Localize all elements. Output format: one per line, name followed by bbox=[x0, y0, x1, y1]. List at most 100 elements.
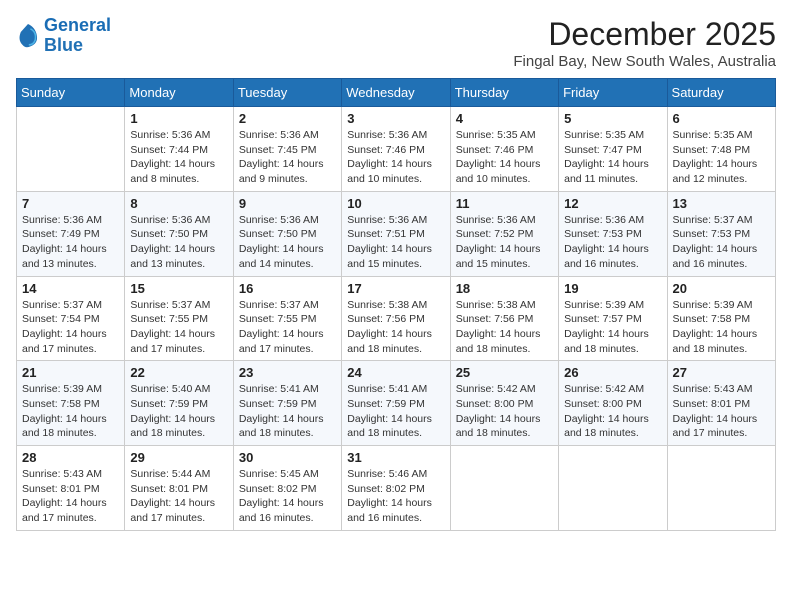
day-number: 22 bbox=[130, 365, 227, 380]
day-number: 30 bbox=[239, 450, 336, 465]
calendar-cell: 2 Sunrise: 5:36 AM Sunset: 7:45 PM Daylig… bbox=[233, 107, 341, 192]
day-info: Sunrise: 5:42 AM Sunset: 8:00 PM Dayligh… bbox=[456, 382, 553, 441]
logo: General Blue bbox=[16, 16, 111, 56]
calendar-cell: 1 Sunrise: 5:36 AM Sunset: 7:44 PM Daylig… bbox=[125, 107, 233, 192]
day-info: Sunrise: 5:41 AM Sunset: 7:59 PM Dayligh… bbox=[239, 382, 336, 441]
day-header-tuesday: Tuesday bbox=[233, 79, 341, 107]
day-header-monday: Monday bbox=[125, 79, 233, 107]
day-info: Sunrise: 5:43 AM Sunset: 8:01 PM Dayligh… bbox=[22, 467, 119, 526]
day-info: Sunrise: 5:38 AM Sunset: 7:56 PM Dayligh… bbox=[347, 298, 444, 357]
day-number: 19 bbox=[564, 281, 661, 296]
day-info: Sunrise: 5:40 AM Sunset: 7:59 PM Dayligh… bbox=[130, 382, 227, 441]
calendar-cell: 12 Sunrise: 5:36 AM Sunset: 7:53 PM Dayli… bbox=[559, 191, 667, 276]
month-title: December 2025 bbox=[513, 16, 776, 53]
day-header-wednesday: Wednesday bbox=[342, 79, 450, 107]
day-number: 6 bbox=[673, 111, 770, 126]
day-info: Sunrise: 5:36 AM Sunset: 7:45 PM Dayligh… bbox=[239, 128, 336, 187]
day-header-thursday: Thursday bbox=[450, 79, 558, 107]
location: Fingal Bay, New South Wales, Australia bbox=[513, 53, 776, 70]
calendar-cell: 20 Sunrise: 5:39 AM Sunset: 7:58 PM Dayli… bbox=[667, 276, 775, 361]
calendar-cell: 29 Sunrise: 5:44 AM Sunset: 8:01 PM Dayli… bbox=[125, 446, 233, 531]
day-info: Sunrise: 5:37 AM Sunset: 7:55 PM Dayligh… bbox=[239, 298, 336, 357]
day-number: 27 bbox=[673, 365, 770, 380]
calendar-cell bbox=[450, 446, 558, 531]
day-number: 29 bbox=[130, 450, 227, 465]
calendar-cell: 25Sunrise: 5:42 AM Sunset: 8:00 PM Dayli… bbox=[450, 361, 558, 446]
day-info: Sunrise: 5:36 AM Sunset: 7:51 PM Dayligh… bbox=[347, 213, 444, 272]
day-number: 17 bbox=[347, 281, 444, 296]
calendar-cell: 23 Sunrise: 5:41 AM Sunset: 7:59 PM Dayli… bbox=[233, 361, 341, 446]
logo-text: General Blue bbox=[44, 16, 111, 56]
calendar-cell: 21 Sunrise: 5:39 AM Sunset: 7:58 PM Dayli… bbox=[17, 361, 125, 446]
day-number: 9 bbox=[239, 196, 336, 211]
day-info: Sunrise: 5:36 AM Sunset: 7:53 PM Dayligh… bbox=[564, 213, 661, 272]
day-number: 23 bbox=[239, 365, 336, 380]
day-info: Sunrise: 5:36 AM Sunset: 7:50 PM Dayligh… bbox=[130, 213, 227, 272]
day-number: 2 bbox=[239, 111, 336, 126]
day-number: 18 bbox=[456, 281, 553, 296]
day-info: Sunrise: 5:46 AM Sunset: 8:02 PM Dayligh… bbox=[347, 467, 444, 526]
day-number: 7 bbox=[22, 196, 119, 211]
day-info: Sunrise: 5:35 AM Sunset: 7:48 PM Dayligh… bbox=[673, 128, 770, 187]
day-number: 31 bbox=[347, 450, 444, 465]
calendar-cell: 18 Sunrise: 5:38 AM Sunset: 7:56 PM Dayli… bbox=[450, 276, 558, 361]
week-row-5: 28 Sunrise: 5:43 AM Sunset: 8:01 PM Dayli… bbox=[17, 446, 776, 531]
day-number: 10 bbox=[347, 196, 444, 211]
day-header-sunday: Sunday bbox=[17, 79, 125, 107]
day-number: 11 bbox=[456, 196, 553, 211]
calendar-header-row: SundayMondayTuesdayWednesdayThursdayFrid… bbox=[17, 79, 776, 107]
day-info: Sunrise: 5:36 AM Sunset: 7:49 PM Dayligh… bbox=[22, 213, 119, 272]
day-info: Sunrise: 5:35 AM Sunset: 7:47 PM Dayligh… bbox=[564, 128, 661, 187]
calendar-cell: 6 Sunrise: 5:35 AM Sunset: 7:48 PM Daylig… bbox=[667, 107, 775, 192]
calendar-cell bbox=[17, 107, 125, 192]
day-info: Sunrise: 5:37 AM Sunset: 7:54 PM Dayligh… bbox=[22, 298, 119, 357]
day-info: Sunrise: 5:36 AM Sunset: 7:44 PM Dayligh… bbox=[130, 128, 227, 187]
day-number: 21 bbox=[22, 365, 119, 380]
day-info: Sunrise: 5:36 AM Sunset: 7:52 PM Dayligh… bbox=[456, 213, 553, 272]
calendar-cell: 5 Sunrise: 5:35 AM Sunset: 7:47 PM Daylig… bbox=[559, 107, 667, 192]
calendar-cell: 3Sunrise: 5:36 AM Sunset: 7:46 PM Daylig… bbox=[342, 107, 450, 192]
day-number: 8 bbox=[130, 196, 227, 211]
calendar-cell: 7 Sunrise: 5:36 AM Sunset: 7:49 PM Daylig… bbox=[17, 191, 125, 276]
week-row-4: 21 Sunrise: 5:39 AM Sunset: 7:58 PM Dayli… bbox=[17, 361, 776, 446]
calendar-cell: 30 Sunrise: 5:45 AM Sunset: 8:02 PM Dayli… bbox=[233, 446, 341, 531]
calendar-cell: 28 Sunrise: 5:43 AM Sunset: 8:01 PM Dayli… bbox=[17, 446, 125, 531]
day-header-saturday: Saturday bbox=[667, 79, 775, 107]
day-info: Sunrise: 5:39 AM Sunset: 7:57 PM Dayligh… bbox=[564, 298, 661, 357]
calendar-cell: 19 Sunrise: 5:39 AM Sunset: 7:57 PM Dayli… bbox=[559, 276, 667, 361]
calendar-cell: 8 Sunrise: 5:36 AM Sunset: 7:50 PM Daylig… bbox=[125, 191, 233, 276]
calendar-cell: 15Sunrise: 5:37 AM Sunset: 7:55 PM Dayli… bbox=[125, 276, 233, 361]
calendar-cell: 16 Sunrise: 5:37 AM Sunset: 7:55 PM Dayli… bbox=[233, 276, 341, 361]
day-number: 28 bbox=[22, 450, 119, 465]
day-info: Sunrise: 5:44 AM Sunset: 8:01 PM Dayligh… bbox=[130, 467, 227, 526]
calendar-cell: 13 Sunrise: 5:37 AM Sunset: 7:53 PM Dayli… bbox=[667, 191, 775, 276]
day-number: 1 bbox=[130, 111, 227, 126]
calendar-cell: 26Sunrise: 5:42 AM Sunset: 8:00 PM Dayli… bbox=[559, 361, 667, 446]
calendar-cell: 4Sunrise: 5:35 AM Sunset: 7:46 PM Daylig… bbox=[450, 107, 558, 192]
day-info: Sunrise: 5:38 AM Sunset: 7:56 PM Dayligh… bbox=[456, 298, 553, 357]
day-number: 24 bbox=[347, 365, 444, 380]
calendar-cell bbox=[559, 446, 667, 531]
logo-general: General bbox=[44, 15, 111, 35]
calendar-cell: 22 Sunrise: 5:40 AM Sunset: 7:59 PM Dayli… bbox=[125, 361, 233, 446]
calendar-cell: 11 Sunrise: 5:36 AM Sunset: 7:52 PM Dayli… bbox=[450, 191, 558, 276]
day-number: 5 bbox=[564, 111, 661, 126]
title-area: December 2025 Fingal Bay, New South Wale… bbox=[513, 16, 776, 70]
day-info: Sunrise: 5:41 AM Sunset: 7:59 PM Dayligh… bbox=[347, 382, 444, 441]
day-info: Sunrise: 5:37 AM Sunset: 7:53 PM Dayligh… bbox=[673, 213, 770, 272]
day-number: 13 bbox=[673, 196, 770, 211]
day-info: Sunrise: 5:36 AM Sunset: 7:50 PM Dayligh… bbox=[239, 213, 336, 272]
day-info: Sunrise: 5:39 AM Sunset: 7:58 PM Dayligh… bbox=[673, 298, 770, 357]
day-number: 12 bbox=[564, 196, 661, 211]
day-info: Sunrise: 5:36 AM Sunset: 7:46 PM Dayligh… bbox=[347, 128, 444, 187]
day-number: 20 bbox=[673, 281, 770, 296]
logo-icon bbox=[16, 22, 40, 50]
day-info: Sunrise: 5:45 AM Sunset: 8:02 PM Dayligh… bbox=[239, 467, 336, 526]
calendar-cell bbox=[667, 446, 775, 531]
calendar: SundayMondayTuesdayWednesdayThursdayFrid… bbox=[16, 78, 776, 531]
header: General Blue December 2025 Fingal Bay, N… bbox=[16, 16, 776, 70]
week-row-3: 14Sunrise: 5:37 AM Sunset: 7:54 PM Dayli… bbox=[17, 276, 776, 361]
day-info: Sunrise: 5:35 AM Sunset: 7:46 PM Dayligh… bbox=[456, 128, 553, 187]
day-number: 16 bbox=[239, 281, 336, 296]
day-info: Sunrise: 5:39 AM Sunset: 7:58 PM Dayligh… bbox=[22, 382, 119, 441]
